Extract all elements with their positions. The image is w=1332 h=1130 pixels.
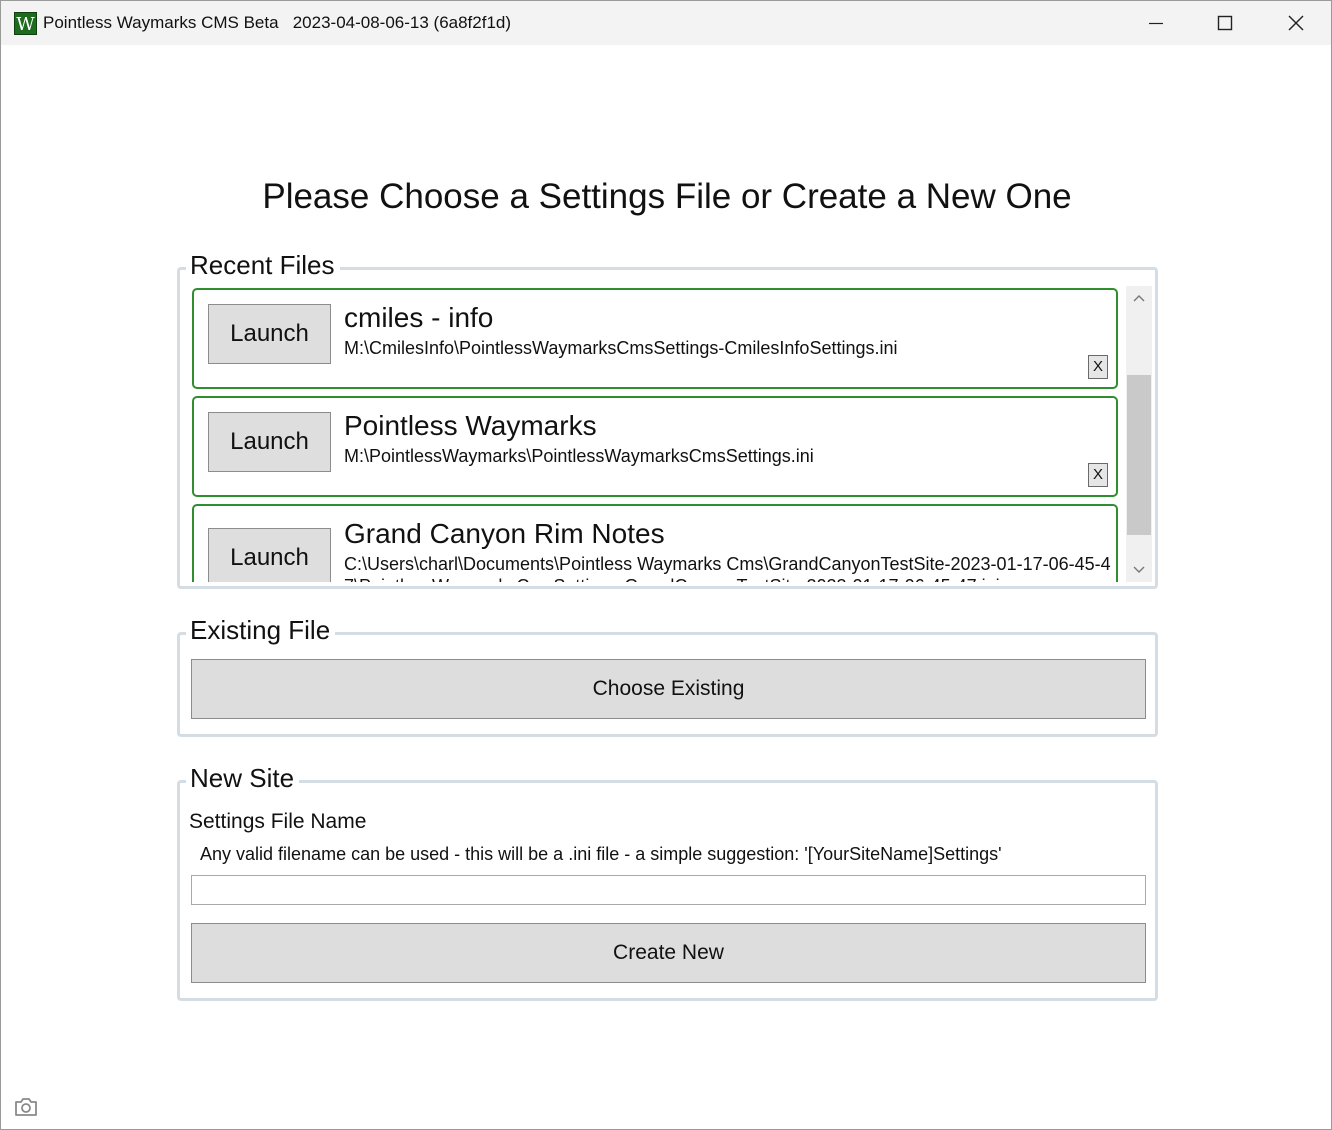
existing-file-group: Existing File Choose Existing [177,615,1158,737]
recent-file-item: Launch Pointless Waymarks M:\PointlessWa… [192,396,1118,497]
create-new-button[interactable]: Create New [191,923,1146,983]
scroll-thumb[interactable] [1127,375,1151,535]
settings-file-name-label: Settings File Name [189,810,367,833]
recent-files-group: Recent Files Launch cmiles - info M:\Cmi… [177,250,1158,589]
close-button[interactable] [1261,1,1331,45]
settings-file-name-help: Any valid filename can be used - this wi… [200,844,1002,864]
recent-file-name: Grand Canyon Rim Notes [344,518,665,549]
recent-file-path: C:\Users\charl\Documents\Pointless Wayma… [344,554,1111,582]
camera-icon [15,1098,37,1116]
app-icon: W [14,12,37,35]
app-window: W Pointless Waymarks CMS Beta 2023-04-08… [0,0,1332,1130]
recent-file-name: cmiles - info [344,302,494,333]
settings-file-name-input[interactable] [191,875,1146,905]
recent-files-scrollbar[interactable] [1126,286,1152,582]
launch-button[interactable]: Launch [208,528,331,582]
recent-file-path: M:\PointlessWaymarks\PointlessWaymarksCm… [344,446,814,466]
chevron-down-icon [1133,566,1145,573]
screenshot-button[interactable] [9,1090,43,1124]
close-icon [1288,15,1304,31]
remove-recent-button[interactable]: X [1088,355,1108,379]
recent-file-item: Launch cmiles - info M:\CmilesInfo\Point… [192,288,1118,389]
new-site-legend: New Site [186,763,300,793]
recent-files-legend: Recent Files [186,250,340,280]
scroll-down-button[interactable] [1126,558,1152,582]
page-title: Please Choose a Settings File or Create … [262,177,1072,216]
chevron-up-icon [1133,295,1145,302]
scroll-up-button[interactable] [1126,286,1152,310]
launch-button[interactable]: Launch [208,304,331,364]
recent-file-item: Launch Grand Canyon Rim Notes C:\Users\c… [192,504,1118,582]
maximize-button[interactable] [1190,1,1260,45]
new-site-group: New Site Settings File Name Any valid fi… [177,763,1158,1001]
window-title: Pointless Waymarks CMS Beta 2023-04-08-0… [43,13,512,32]
maximize-icon [1217,15,1233,31]
minimize-button[interactable] [1121,1,1191,45]
choose-existing-button[interactable]: Choose Existing [191,659,1146,719]
launch-button[interactable]: Launch [208,412,331,472]
remove-recent-button[interactable]: X [1088,463,1108,487]
recent-files-list[interactable]: Launch cmiles - info M:\CmilesInfo\Point… [192,286,1122,582]
existing-file-legend: Existing File [186,615,336,645]
recent-file-name: Pointless Waymarks [344,410,597,441]
title-bar[interactable]: W Pointless Waymarks CMS Beta 2023-04-08… [1,1,1331,45]
minimize-icon [1149,22,1163,25]
recent-file-path: M:\CmilesInfo\PointlessWaymarksCmsSettin… [344,338,898,358]
